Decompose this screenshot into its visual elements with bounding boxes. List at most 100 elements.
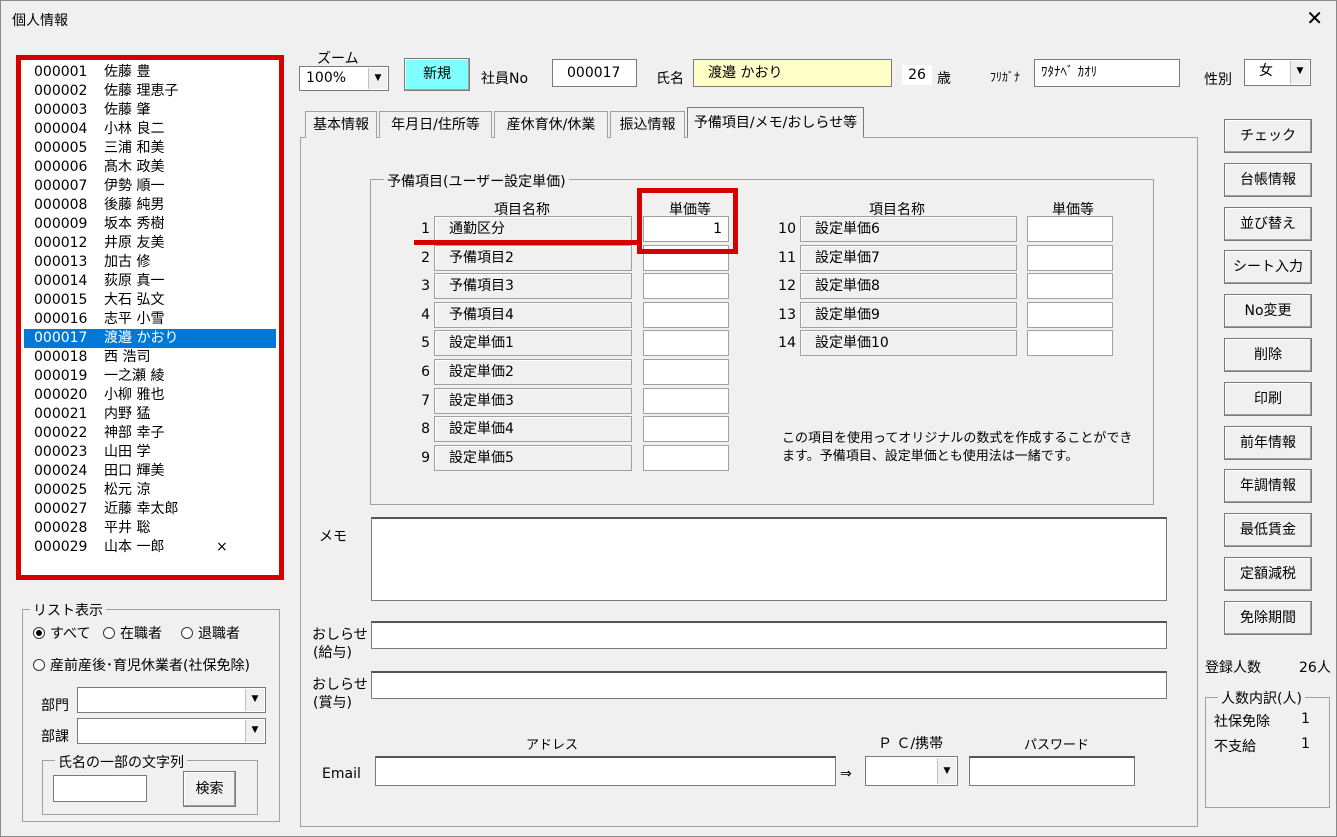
email-address-input[interactable] — [375, 756, 836, 786]
list-item[interactable]: 000027 近藤 幸太郎 — [24, 500, 276, 519]
side-button-12[interactable]: 免除期間 — [1224, 600, 1312, 635]
list-item[interactable]: 000002 佐藤 理恵子 — [24, 82, 276, 101]
chevron-down-icon[interactable]: ▼ — [368, 68, 387, 89]
side-button-7[interactable]: 印刷 — [1224, 381, 1312, 416]
item-name-field[interactable]: 予備項目4 — [434, 301, 632, 328]
item-name-field[interactable]: 設定単価7 — [800, 244, 1017, 271]
row-number: 10 — [778, 221, 796, 237]
zoom-select[interactable]: 100% ▼ — [299, 66, 389, 91]
tab-reserve-memo[interactable]: 予備項目/メモ/おしらせ等 — [687, 107, 864, 138]
list-item[interactable]: 000003 佐藤 肇 — [24, 101, 276, 120]
close-icon[interactable]: ✕ — [1306, 6, 1323, 30]
item-price-field[interactable] — [1027, 216, 1113, 242]
tab-leave[interactable]: 産休育休/休業 — [494, 111, 608, 138]
item-name-field[interactable]: 予備項目3 — [434, 273, 632, 300]
list-item[interactable]: 000001 佐藤 豊 — [24, 63, 276, 82]
item-price-field[interactable] — [643, 330, 729, 357]
emp-no-field[interactable]: 000017 — [552, 59, 637, 87]
list-item[interactable]: 000008 後藤 純男 — [24, 196, 276, 215]
list-item[interactable]: 000019 一之瀬 綾 — [24, 367, 276, 386]
item-price-field[interactable] — [1027, 301, 1113, 328]
list-item[interactable]: 000007 伊勢 順一 — [24, 177, 276, 196]
list-item[interactable]: 000020 小柳 雅也 — [24, 386, 276, 405]
list-item[interactable]: 000004 小林 良二 — [24, 120, 276, 139]
pc-mobile-select[interactable]: ▼ — [865, 756, 958, 786]
item-name-field[interactable]: 設定単価4 — [434, 416, 632, 443]
side-button-3[interactable]: 並び替え — [1224, 206, 1312, 241]
list-item[interactable]: 000018 西 浩司 — [24, 348, 276, 367]
memo-textarea[interactable] — [371, 517, 1167, 601]
side-button-6[interactable]: 削除 — [1224, 338, 1312, 372]
tab-dates-address[interactable]: 年月日/住所等 — [379, 111, 492, 138]
dept-select[interactable]: ▼ — [77, 687, 266, 713]
item-name-field[interactable]: 設定単価9 — [800, 301, 1017, 328]
password-input[interactable] — [969, 756, 1135, 786]
list-item[interactable]: 000025 松元 涼 — [24, 481, 276, 500]
list-item[interactable]: 000014 荻原 真一 — [24, 272, 276, 291]
radio-active[interactable]: 在職者 — [103, 623, 162, 643]
list-item[interactable]: 000012 井原 友美 — [24, 234, 276, 253]
tab-basic[interactable]: 基本情報 — [305, 111, 377, 138]
item-name-field[interactable]: 設定単価1 — [434, 330, 632, 357]
gender-select[interactable]: 女 ▼ — [1244, 59, 1311, 86]
item-price-field[interactable] — [643, 416, 729, 443]
side-button-4[interactable]: シート入力 — [1224, 250, 1312, 285]
list-item[interactable]: 000028 平井 聡 — [24, 519, 276, 538]
side-button-5[interactable]: No変更 — [1224, 294, 1312, 329]
side-button-1[interactable]: チェック — [1224, 119, 1312, 153]
side-button-2[interactable]: 台帳情報 — [1224, 162, 1312, 197]
side-button-11[interactable]: 定額減税 — [1224, 557, 1312, 591]
item-price-field[interactable] — [643, 387, 729, 414]
age-field: 26 — [901, 64, 933, 86]
new-button[interactable]: 新規 — [404, 58, 470, 91]
section-select[interactable]: ▼ — [77, 718, 266, 744]
item-name-field[interactable]: 設定単価2 — [434, 359, 632, 385]
list-item[interactable]: 000006 髙木 政美 — [24, 158, 276, 177]
list-item[interactable]: 000023 山田 学 — [24, 443, 276, 462]
list-item[interactable]: 000009 坂本 秀樹 — [24, 215, 276, 234]
list-item[interactable]: 000005 三浦 和美 — [24, 139, 276, 158]
employee-list[interactable]: 000001 佐藤 豊 000002 佐藤 理恵子 000003 佐藤 肇 000004 小林… — [24, 63, 276, 572]
side-button-10[interactable]: 最低賃金 — [1224, 513, 1312, 548]
item-name-field[interactable]: 設定単価8 — [800, 273, 1017, 300]
chevron-down-icon[interactable]: ▼ — [937, 758, 956, 784]
item-price-field[interactable] — [1027, 273, 1113, 300]
chevron-down-icon[interactable]: ▼ — [245, 720, 264, 742]
chevron-down-icon[interactable]: ▼ — [1290, 61, 1309, 84]
item-price-field[interactable] — [643, 301, 729, 328]
name-search-input[interactable] — [53, 775, 147, 802]
list-item[interactable]: 000016 志平 小雪 — [24, 310, 276, 329]
radio-all[interactable]: すべて — [33, 623, 90, 643]
memo-label: メモ — [319, 529, 347, 545]
side-button-8[interactable]: 前年情報 — [1224, 425, 1312, 460]
list-item[interactable]: 000024 田口 輝美 — [24, 462, 276, 481]
radio-leave[interactable]: 産前産後･育児休業者(社保免除) — [33, 655, 250, 675]
item-price-field[interactable] — [643, 359, 729, 385]
item-price-field[interactable] — [1027, 244, 1113, 271]
item-price-field[interactable] — [643, 444, 729, 471]
notice-salary-input[interactable] — [371, 621, 1167, 649]
item-name-field[interactable]: 予備項目2 — [434, 244, 632, 271]
list-item[interactable]: 000022 神部 幸子 — [24, 424, 276, 443]
list-item[interactable]: 000017 渡邉 かおり — [24, 329, 276, 348]
item-name-field[interactable]: 通勤区分 — [434, 216, 632, 242]
item-name-field[interactable]: 設定単価10 — [800, 330, 1017, 357]
item-name-field[interactable]: 設定単価3 — [434, 387, 632, 414]
list-item[interactable]: 000021 内野 猛 — [24, 405, 276, 424]
tab-transfer[interactable]: 振込情報 — [610, 111, 685, 138]
radio-retired[interactable]: 退職者 — [181, 623, 240, 643]
employee-mark: × — [216, 539, 228, 555]
item-name-field[interactable]: 設定単価5 — [434, 444, 632, 471]
furigana-field[interactable]: ﾜﾀﾅﾍﾞ ｶｵﾘ — [1034, 59, 1180, 87]
notice-bonus-input[interactable] — [371, 671, 1167, 699]
chevron-down-icon[interactable]: ▼ — [245, 689, 264, 711]
list-item[interactable]: 000029 山本 一郎 × — [24, 538, 276, 557]
item-price-field[interactable] — [643, 273, 729, 300]
item-price-field[interactable] — [1027, 330, 1113, 357]
item-name-field[interactable]: 設定単価6 — [800, 216, 1017, 242]
search-button[interactable]: 検索 — [183, 771, 236, 807]
name-field[interactable]: 渡邉 かおり — [693, 59, 892, 87]
list-item[interactable]: 000013 加古 修 — [24, 253, 276, 272]
side-button-9[interactable]: 年調情報 — [1224, 469, 1312, 504]
list-item[interactable]: 000015 大石 弘文 — [24, 291, 276, 310]
